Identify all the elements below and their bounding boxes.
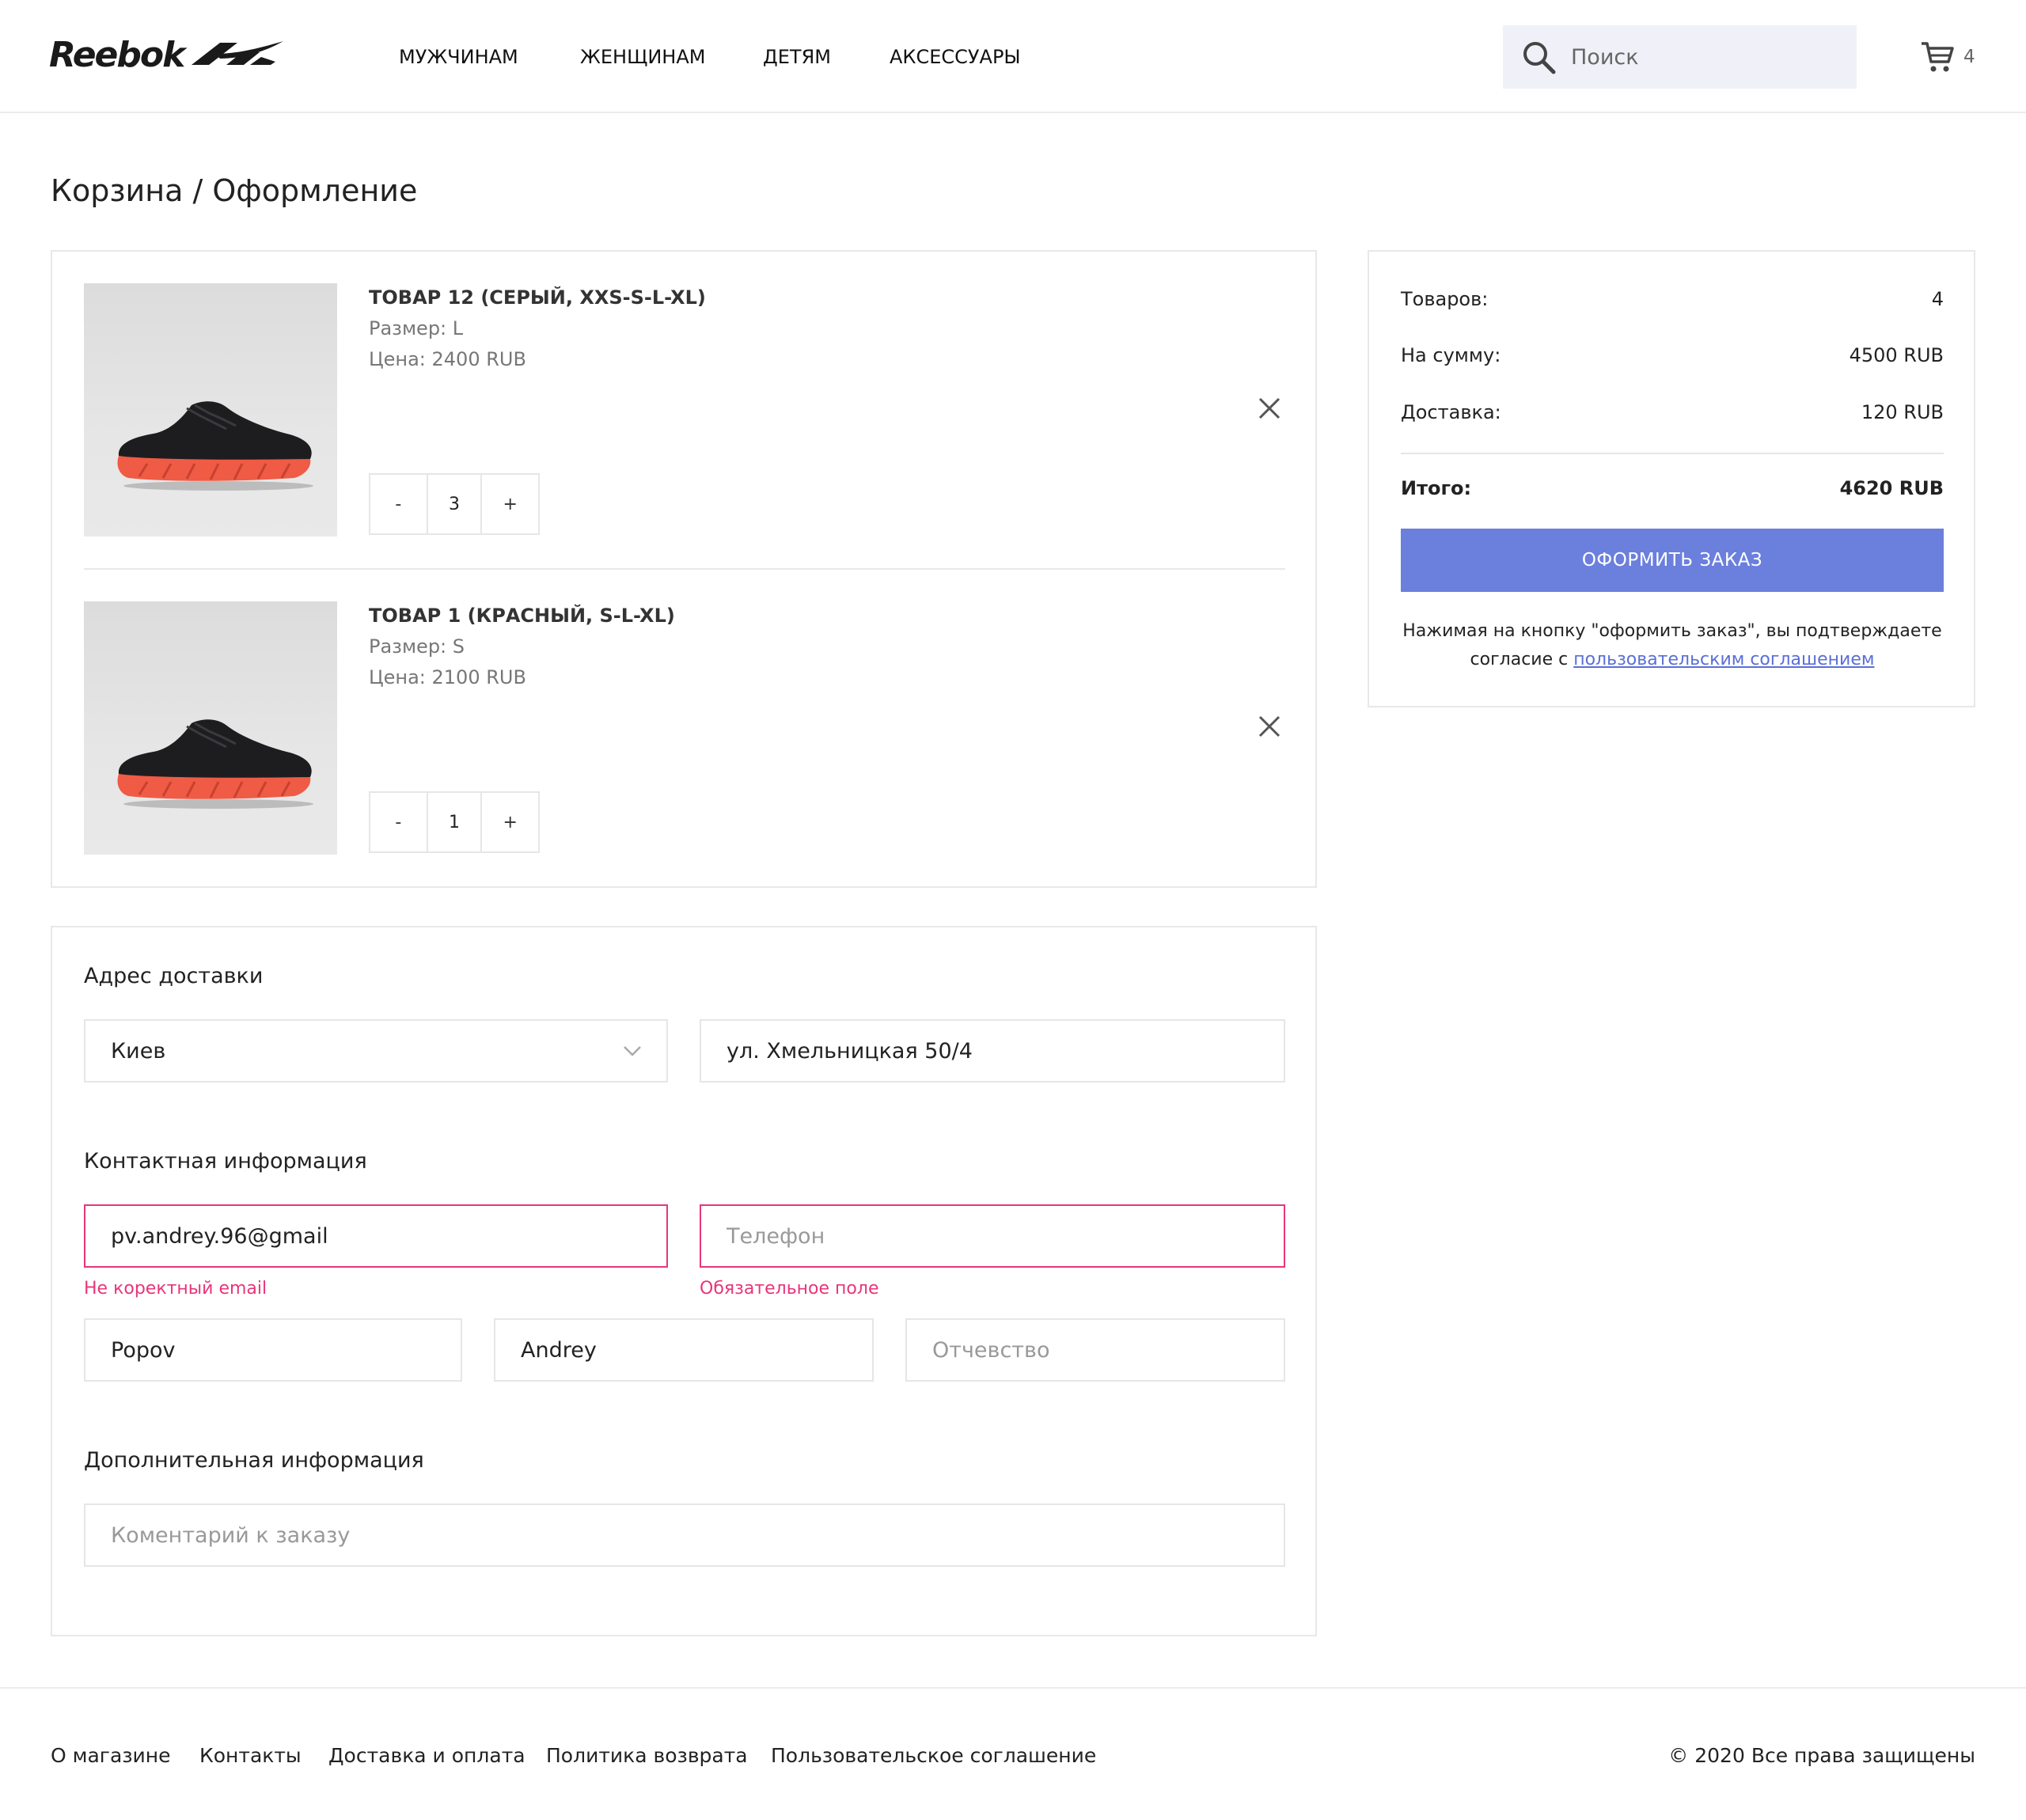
address-section-title: Адрес доставки bbox=[84, 964, 264, 988]
street-input[interactable] bbox=[701, 1021, 1284, 1081]
footer-divider bbox=[0, 1687, 2026, 1689]
copyright: © 2020 Все права защищены bbox=[1668, 1744, 1975, 1767]
cart-count: 4 bbox=[1963, 47, 1975, 67]
phone-input[interactable] bbox=[701, 1206, 1284, 1266]
qty-increase-button[interactable]: + bbox=[482, 475, 538, 533]
agreement-note: Нажимая на кнопку "оформить заказ", вы п… bbox=[1401, 617, 1944, 674]
email-error: Не коректный email bbox=[84, 1279, 267, 1299]
qty-increase-button[interactable]: + bbox=[482, 793, 538, 851]
footer-link-about[interactable]: О магазине bbox=[51, 1741, 171, 1771]
summary-sum-label: На сумму: bbox=[1401, 344, 1501, 366]
summary-total-label: Итого: bbox=[1401, 477, 1472, 499]
last-name-input[interactable] bbox=[85, 1320, 461, 1380]
order-summary: Товаров: 4 На сумму: 4500 RUB Доставка: … bbox=[1368, 250, 1975, 707]
summary-items-label: Товаров: bbox=[1401, 288, 1489, 310]
item-divider bbox=[84, 568, 1285, 570]
cart-icon[interactable] bbox=[1920, 40, 1955, 74]
product-image[interactable] bbox=[84, 601, 337, 855]
nav-kids[interactable]: ДЕТЯМ bbox=[763, 40, 831, 74]
item-price: Цена: 2100 RUB bbox=[369, 666, 526, 688]
place-order-button[interactable]: ОФОРМИТЬ ЗАКАЗ bbox=[1401, 529, 1944, 592]
email-field[interactable] bbox=[84, 1204, 668, 1268]
first-name-field[interactable] bbox=[494, 1318, 874, 1382]
item-title[interactable]: ТОВАР 12 (СЕРЫЙ, XXS-S-L-XL) bbox=[369, 283, 706, 312]
first-name-input[interactable] bbox=[495, 1320, 872, 1380]
phone-error: Обязательное поле bbox=[700, 1279, 879, 1299]
summary-sum-value: 4500 RUB bbox=[1849, 344, 1944, 366]
close-icon[interactable] bbox=[1254, 392, 1285, 424]
item-size: Размер: L bbox=[369, 317, 464, 339]
quantity-stepper: - 3 + bbox=[369, 473, 540, 535]
comment-input[interactable] bbox=[85, 1505, 1284, 1565]
summary-total-row: Итого: 4620 RUB bbox=[1401, 474, 1944, 502]
summary-delivery-value: 120 RUB bbox=[1861, 401, 1944, 423]
contact-section-title: Контактная информация bbox=[84, 1149, 367, 1174]
summary-delivery-row: Доставка: 120 RUB bbox=[1401, 398, 1944, 427]
qty-value[interactable]: 3 bbox=[426, 475, 483, 533]
footer-link-delivery[interactable]: Доставка и оплата bbox=[328, 1741, 525, 1771]
qty-value[interactable]: 1 bbox=[426, 793, 483, 851]
extra-section-title: Дополнительная информация bbox=[84, 1448, 424, 1473]
qty-decrease-button[interactable]: - bbox=[370, 793, 427, 851]
nav-men[interactable]: МУЖЧИНАМ bbox=[399, 40, 518, 74]
patronymic-field[interactable] bbox=[905, 1318, 1285, 1382]
comment-field[interactable] bbox=[84, 1503, 1285, 1567]
nav-women[interactable]: ЖЕНЩИНАМ bbox=[580, 40, 705, 74]
cart-item: ТОВАР 12 (СЕРЫЙ, XXS-S-L-XL) Размер: L Ц… bbox=[84, 283, 1285, 537]
item-price: Цена: 2400 RUB bbox=[369, 348, 526, 370]
phone-field[interactable] bbox=[700, 1204, 1285, 1268]
search-icon[interactable] bbox=[1520, 39, 1557, 75]
summary-delivery-label: Доставка: bbox=[1401, 401, 1501, 423]
checkout-form: Адрес доставки Киев Контактная информаци… bbox=[51, 926, 1317, 1636]
summary-divider bbox=[1401, 453, 1944, 454]
last-name-field[interactable] bbox=[84, 1318, 462, 1382]
footer-link-returns[interactable]: Политика возврата bbox=[546, 1741, 748, 1771]
summary-items-row: Товаров: 4 bbox=[1401, 285, 1944, 313]
search-box[interactable] bbox=[1503, 25, 1857, 89]
email-input[interactable] bbox=[85, 1206, 666, 1266]
cart-items-panel: ТОВАР 12 (СЕРЫЙ, XXS-S-L-XL) Размер: L Ц… bbox=[51, 250, 1317, 888]
user-agreement-link[interactable]: пользовательским соглашением bbox=[1573, 650, 1874, 669]
site-header: Reebok МУЖЧИНАМ ЖЕНЩИНАМ ДЕТЯМ АКСЕССУАР… bbox=[0, 0, 2026, 113]
close-icon[interactable] bbox=[1254, 711, 1285, 742]
quantity-stepper: - 1 + bbox=[369, 791, 540, 853]
page-title: Корзина / Оформление bbox=[51, 173, 418, 208]
item-size: Размер: S bbox=[369, 635, 465, 658]
reebok-logo[interactable]: Reebok bbox=[49, 34, 286, 75]
reebok-delta-icon bbox=[192, 41, 284, 65]
street-field[interactable] bbox=[700, 1019, 1285, 1083]
logo-text: Reebok bbox=[49, 34, 185, 75]
footer-link-agreement[interactable]: Пользовательское соглашение bbox=[771, 1741, 1096, 1771]
nav-accessories[interactable]: АКСЕССУАРЫ bbox=[890, 40, 1021, 74]
shoe-image bbox=[117, 401, 313, 491]
city-select-value: Киев bbox=[111, 1039, 166, 1064]
cart-item: ТОВАР 1 (КРАСНЫЙ, S-L-XL) Размер: S Цена… bbox=[84, 601, 1285, 855]
item-title[interactable]: ТОВАР 1 (КРАСНЫЙ, S-L-XL) bbox=[369, 601, 675, 630]
qty-decrease-button[interactable]: - bbox=[370, 475, 427, 533]
summary-items-value: 4 bbox=[1931, 288, 1944, 310]
patronymic-input[interactable] bbox=[907, 1320, 1284, 1380]
search-input[interactable] bbox=[1571, 25, 1848, 89]
product-image[interactable] bbox=[84, 283, 337, 537]
chevron-down-icon bbox=[624, 1046, 641, 1056]
shoe-image bbox=[117, 719, 313, 809]
city-select[interactable]: Киев bbox=[84, 1019, 668, 1083]
summary-total-value: 4620 RUB bbox=[1839, 477, 1944, 499]
footer-link-contacts[interactable]: Контакты bbox=[199, 1741, 302, 1771]
summary-sum-row: На сумму: 4500 RUB bbox=[1401, 341, 1944, 370]
